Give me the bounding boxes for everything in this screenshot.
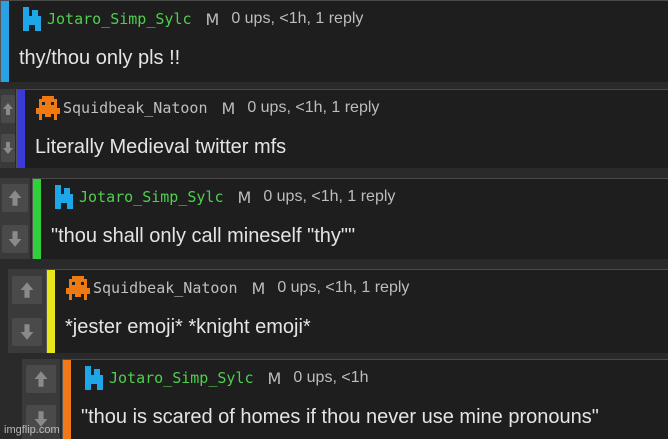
downvote-button[interactable] (12, 318, 42, 346)
comment-stats: 0 ups, <1h, 1 reply (263, 188, 396, 205)
watermark: imgflip.com (4, 424, 60, 436)
upvote-button[interactable] (12, 276, 42, 304)
vote-column (0, 178, 30, 259)
blue-pixel-figure-icon[interactable] (81, 366, 107, 390)
thread-depth-bar (47, 270, 55, 353)
blue-pixel-figure-icon[interactable] (19, 7, 45, 31)
mod-badge: M (205, 9, 220, 29)
mod-badge: M (251, 278, 266, 298)
thread-depth-bar (17, 90, 25, 168)
mod-badge: M (221, 98, 236, 118)
thread-depth-bar (1, 1, 9, 82)
comment-card: Squidbeak_Natoon M 0 ups, <1h, 1 reply *… (46, 269, 668, 353)
mod-badge: M (267, 368, 282, 388)
username-link[interactable]: Jotaro_Simp_Sylc (47, 10, 192, 28)
arrow-down-icon (8, 231, 22, 247)
username-link[interactable]: Squidbeak_Natoon (63, 99, 208, 117)
comment-meta: Jotaro_Simp_Sylc M 0 ups, <1h, 1 reply (51, 185, 395, 209)
comment-meta: Jotaro_Simp_Sylc M 0 ups, <1h (81, 366, 368, 390)
comment-stats: 0 ups, <1h (293, 369, 369, 386)
upvote-button[interactable] (0, 94, 15, 123)
comment-text: thy/thou only pls !! (19, 47, 181, 69)
comment: Jotaro_Simp_Sylc M 0 ups, <1h, 1 reply t… (0, 0, 668, 82)
mod-badge: M (237, 187, 252, 207)
arrow-up-icon (2, 102, 13, 115)
comment: Jotaro_Simp_Sylc M 0 ups, <1h, 1 reply "… (0, 178, 668, 259)
comment-text: Literally Medieval twitter mfs (35, 136, 287, 158)
comment-card: Jotaro_Simp_Sylc M 0 ups, <1h "thou is s… (62, 359, 668, 439)
downvote-button[interactable] (2, 224, 28, 253)
comment-card: Squidbeak_Natoon M 0 ups, <1h, 1 reply L… (16, 89, 668, 168)
comment-text: *jester emoji* *knight emoji* (65, 316, 311, 338)
username-link[interactable]: Jotaro_Simp_Sylc (109, 369, 254, 387)
arrow-up-icon (20, 282, 34, 298)
comment-text: "thou shall only call mineself "thy"" (51, 225, 356, 247)
vote-column (8, 269, 46, 353)
comment-stats: 0 ups, <1h, 1 reply (231, 10, 364, 27)
comment-stats: 0 ups, <1h, 1 reply (247, 99, 380, 116)
comment-card: Jotaro_Simp_Sylc M 0 ups, <1h, 1 reply "… (32, 178, 668, 259)
comment-meta: Squidbeak_Natoon M 0 ups, <1h, 1 reply (65, 276, 409, 300)
username-link[interactable]: Jotaro_Simp_Sylc (79, 188, 224, 206)
arrow-up-icon (34, 371, 48, 387)
upvote-button[interactable] (2, 184, 28, 213)
comment: Squidbeak_Natoon M 0 ups, <1h, 1 reply L… (0, 89, 668, 168)
orange-pixel-alien-icon[interactable] (35, 96, 61, 120)
username-link[interactable]: Squidbeak_Natoon (93, 279, 238, 297)
arrow-up-icon (8, 190, 22, 206)
comment: Jotaro_Simp_Sylc M 0 ups, <1h "thou is s… (22, 359, 668, 439)
downvote-button[interactable] (0, 134, 15, 163)
comment: Squidbeak_Natoon M 0 ups, <1h, 1 reply *… (8, 269, 668, 353)
comment-text: "thou is scared of homes if thou never u… (81, 406, 599, 428)
thread-depth-bar (33, 179, 41, 259)
arrow-down-icon (2, 142, 13, 155)
comment-meta: Squidbeak_Natoon M 0 ups, <1h, 1 reply (35, 96, 379, 120)
upvote-button[interactable] (26, 365, 56, 393)
arrow-down-icon (20, 324, 34, 340)
blue-pixel-figure-icon[interactable] (51, 185, 77, 209)
comment-meta: Jotaro_Simp_Sylc M 0 ups, <1h, 1 reply (19, 7, 363, 31)
thread-depth-bar (63, 360, 71, 439)
orange-pixel-alien-icon[interactable] (65, 276, 91, 300)
comment-card: Jotaro_Simp_Sylc M 0 ups, <1h, 1 reply t… (0, 0, 668, 82)
comment-stats: 0 ups, <1h, 1 reply (277, 279, 410, 296)
vote-column (0, 89, 15, 168)
